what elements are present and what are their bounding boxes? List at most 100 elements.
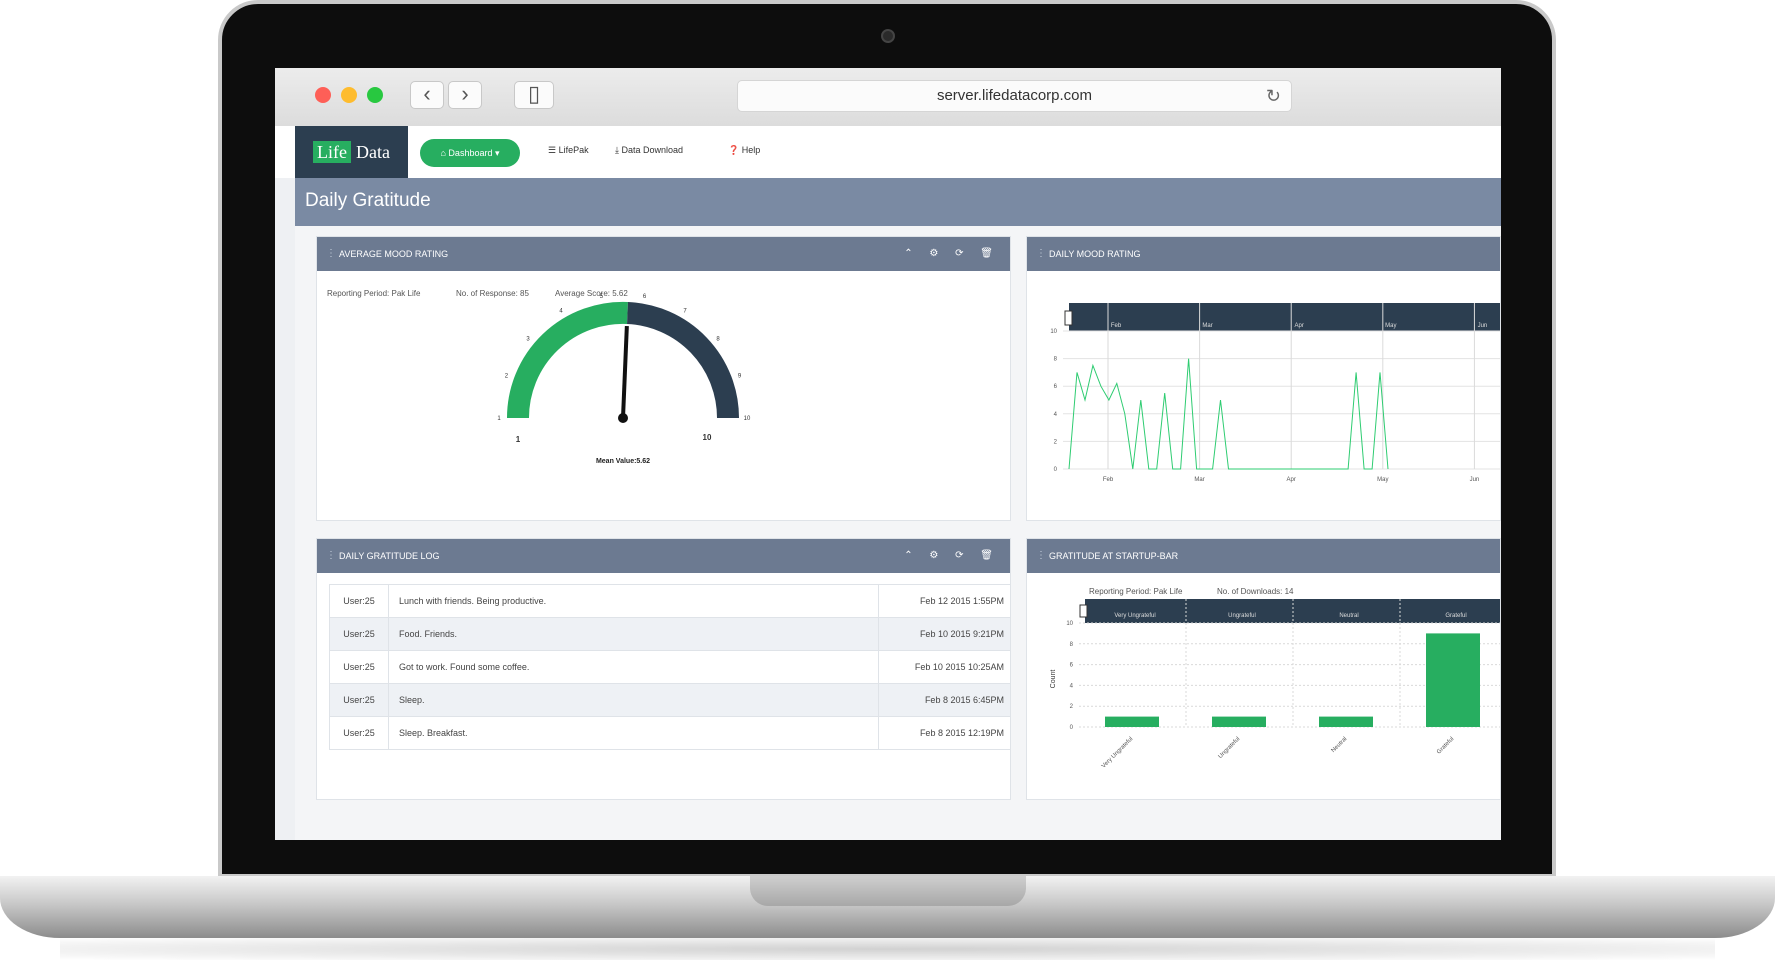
log-text: Food. Friends. [388,617,879,651]
panel-gratitude-bar: ⋮ GRATITUDE AT STARTUP-BAR Reporting Per… [1026,538,1501,800]
gauge-tick-label: 5 [600,294,604,300]
navigator-handle[interactable] [1079,604,1088,618]
log-text: Lunch with friends. Being productive. [388,584,879,618]
bar-x-tick-label: Grateful [1436,736,1455,755]
url-text: server.lifedatacorp.com [936,87,1093,104]
line-x-tick-label: Apr [1287,477,1296,483]
log-user: User:25 [329,650,389,684]
table-row: User:25 Got to work. Found some coffee. … [329,650,1010,684]
bar-y-tick-label: 8 [1070,642,1074,648]
bar-y-tick-label: 6 [1070,663,1074,669]
line-y-tick-label: 8 [1054,357,1058,363]
nav-data-download[interactable]: ⤓ Data Download [615,145,683,156]
reload-icon[interactable]: ↻ [1266,81,1281,111]
navigator-month-label: Feb [1111,323,1122,329]
log-user: User:25 [329,683,389,717]
screen: ‹ › ▯ server.lifedatacorp.com ↻ Life Dat… [275,68,1501,840]
bar-x-tick-label: Ungrateful [1218,736,1242,760]
navigator-month-label: May [1385,323,1396,329]
table-row: User:25 Food. Friends. Feb 10 2015 9:21P… [329,617,1010,651]
line-x-tick-label: Feb [1103,477,1114,483]
gauge-tick-label: 2 [505,374,509,380]
line-x-tick-label: Mar [1194,477,1204,483]
maximize-window-icon[interactable] [367,87,383,103]
bar-y-tick-label: 2 [1070,704,1074,710]
gauge-tick-label: 9 [738,374,742,380]
drag-handle-icon[interactable]: ⋮ [326,550,336,561]
log-user: User:25 [329,716,389,750]
logo[interactable]: Life Data [295,126,408,178]
line-y-tick-label: 0 [1054,467,1058,473]
log-time: Feb 8 2015 12:19PM [878,716,1010,750]
panel-daily-mood: ⋮ DAILY MOOD RATING 0 2 4 6 8 10 Feb Feb Mar Mar A… [1026,236,1501,521]
log-time: Feb 10 2015 9:21PM [878,617,1010,651]
table-row: User:25 Lunch with friends. Being produc… [329,584,1010,618]
table-row: User:25 Sleep. Breakfast. Feb 8 2015 12:… [329,716,1010,750]
gauge-max-label: 10 [703,433,712,442]
bar [1319,716,1373,727]
bar-category-header: Grateful [1445,613,1466,619]
bar-x-tick-label: Neutral [1330,736,1348,754]
gauge-tick-label: 3 [526,336,530,342]
log-user: User:25 [329,617,389,651]
camera-icon [881,29,895,43]
panel-header: ⋮ DAILY GRATITUDE LOG ⌃ ⚙ ⟳ 🗑 [317,539,1010,573]
logo-life: Life [313,141,351,163]
gauge-tick-label: 10 [744,416,751,422]
bar-y-tick-label: 0 [1070,725,1074,731]
close-window-icon[interactable] [315,87,331,103]
line-y-tick-label: 2 [1054,439,1058,445]
bar-category-header: Ungrateful [1228,613,1256,619]
bar-x-tick-label: Very Ungrateful [1101,736,1134,769]
laptop-notch [750,876,1026,906]
forward-button[interactable]: › [448,81,482,109]
back-button[interactable]: ‹ [410,81,444,109]
sidebar-toggle-icon[interactable]: ▯ [514,81,554,109]
bar [1212,716,1266,727]
bar-category-header: Very Ungrateful [1114,613,1155,619]
log-text: Got to work. Found some coffee. [388,650,879,684]
dashboard-button[interactable]: ⌂ Dashboard ▾ [420,139,520,167]
line-x-tick-label: May [1377,477,1388,483]
panel-title: DAILY GRATITUDE LOG [339,551,440,561]
logo-data: Data [356,142,390,162]
app-navbar: Life Data ⌂ Dashboard ▾ ☰ LifePak ⤓ Data… [275,126,1501,178]
navigator-month-label: Mar [1202,323,1212,329]
gratitude-bar-chart: 0 2 4 6 8 10 Very Ungrateful Very Ungrateful Un… [1050,599,1500,770]
navigator-band [1069,303,1500,331]
table-row: User:25 Sleep. Feb 8 2015 6:45PM [329,683,1010,717]
line-y-tick-label: 4 [1054,412,1058,418]
panel-tool-icons[interactable]: ⌃ ⚙ ⟳ 🗑 [904,550,1000,561]
log-time: Feb 10 2015 10:25AM [878,650,1010,684]
nav-help[interactable]: ❓ Help [728,145,760,156]
dashboard-content: ⋮ AVERAGE MOOD RATING ⌃ ⚙ ⟳ 🗑 Reporting … [295,226,1501,840]
gauge-tick-label: 1 [497,416,501,422]
bar-y-axis-label: Count [1050,670,1057,689]
gauge-tick-label: 6 [643,294,647,300]
log-time: Feb 12 2015 1:55PM [878,584,1010,618]
nav-lifepak[interactable]: ☰ LifePak [548,145,589,156]
gauge-tick-label: 4 [559,309,563,315]
log-text: Sleep. Breakfast. [388,716,879,750]
log-text: Sleep. [388,683,879,717]
gauge-arc-high [626,302,740,419]
panel-gratitude-log: ⋮ DAILY GRATITUDE LOG ⌃ ⚙ ⟳ 🗑 User:25 Lu… [316,538,1011,800]
gauge-chart: 1 2 3 4 5 6 7 8 9 10 1 10 Mean Value:5.62 [497,294,751,465]
bar-y-tick-label: 4 [1070,683,1074,689]
browser-toolbar: ‹ › ▯ server.lifedatacorp.com ↻ [275,68,1501,127]
line-y-tick-label: 10 [1050,329,1057,335]
url-bar[interactable]: server.lifedatacorp.com ↻ [737,80,1292,112]
laptop-shadow [60,938,1715,960]
page-title: Daily Gratitude [305,190,431,211]
log-time: Feb 8 2015 6:45PM [878,683,1010,717]
daily-mood-line-chart: 0 2 4 6 8 10 Feb Feb Mar Mar Apr Apr May May Jun Jun [1050,303,1500,483]
gauge-tick-label: 7 [683,309,687,315]
page-header: Daily Gratitude [295,178,1501,226]
gauge-min-label: 1 [516,435,521,444]
gauge-tick-label: 8 [716,336,720,342]
minimize-window-icon[interactable] [341,87,357,103]
navigator-handle[interactable] [1064,310,1073,326]
navigator-month-label: Jun [1478,323,1488,329]
gauge-mean-label: Mean Value:5.62 [596,458,650,465]
log-user: User:25 [329,584,389,618]
